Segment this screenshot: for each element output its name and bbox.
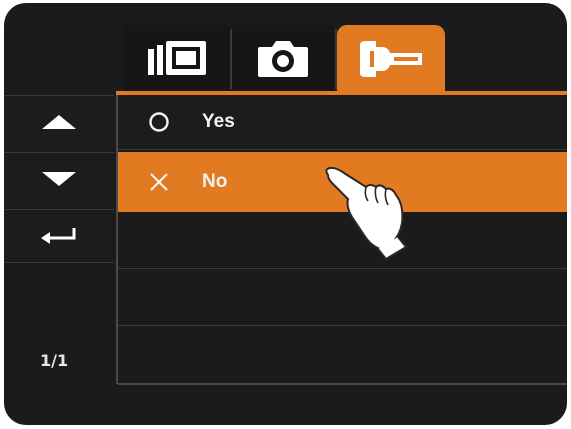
- camera-menu-screen: 1/1 Yes No: [4, 3, 567, 425]
- circle-icon: [149, 112, 169, 132]
- empty-row: [118, 327, 567, 385]
- nav-up-button[interactable]: [4, 95, 114, 148]
- wrench-icon: [360, 40, 422, 77]
- video-mode-icon: [148, 40, 206, 75]
- up-arrow-icon: [42, 115, 76, 129]
- pointing-hand-icon: [325, 166, 408, 261]
- cross-icon: [150, 173, 168, 191]
- option-yes[interactable]: Yes: [118, 95, 567, 150]
- nav-down-button[interactable]: [4, 152, 114, 205]
- tab-video[interactable]: [124, 25, 230, 92]
- enter-return-icon: [41, 228, 76, 244]
- tab-photo[interactable]: [232, 25, 334, 92]
- down-arrow-icon: [42, 172, 76, 186]
- page-indicator: 1/1: [40, 351, 69, 370]
- nav-enter-button[interactable]: [4, 209, 114, 263]
- empty-row: [118, 270, 567, 326]
- camera-icon: [258, 40, 308, 77]
- tab-setup[interactable]: [337, 25, 445, 92]
- option-label: No: [202, 171, 228, 192]
- option-label: Yes: [202, 111, 235, 132]
- side-nav: 1/1: [4, 95, 116, 385]
